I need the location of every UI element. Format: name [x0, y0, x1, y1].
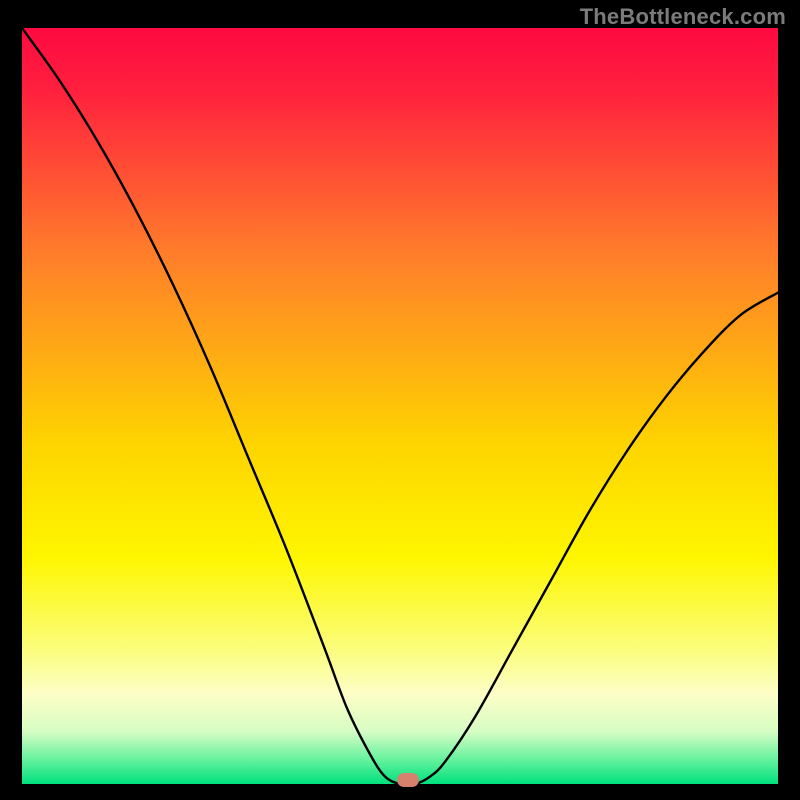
- minimum-marker: [397, 773, 419, 787]
- watermark-text: TheBottleneck.com: [580, 4, 786, 30]
- chart-frame: TheBottleneck.com: [0, 0, 800, 800]
- bottleneck-chart: [22, 28, 778, 784]
- gradient-background: [22, 28, 778, 784]
